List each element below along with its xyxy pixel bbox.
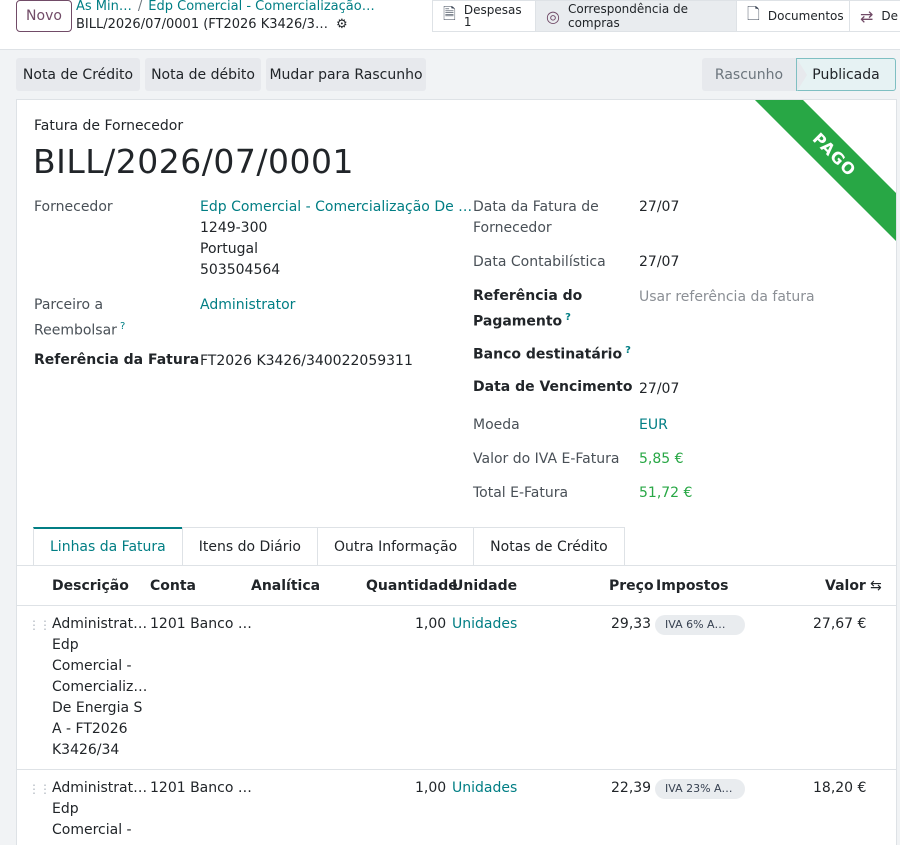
notebook-tabs: Linhas da Fatura Itens do Diário Outra I… bbox=[33, 527, 625, 565]
header-divider bbox=[17, 605, 896, 606]
efatura-vat-label: Valor do IVA E-Fatura bbox=[473, 451, 620, 467]
status-posted[interactable]: Publicada bbox=[796, 58, 896, 91]
purchase-matching-button[interactable]: ◎ Correspondência de compras bbox=[535, 0, 737, 32]
statusbar: Rascunho Publicada bbox=[702, 58, 896, 91]
file-icon: 🗋 bbox=[747, 3, 760, 23]
tab-other-info[interactable]: Outra Informação bbox=[316, 527, 475, 565]
line-price[interactable]: 29,33 bbox=[611, 614, 651, 635]
currency-link[interactable]: EUR bbox=[639, 415, 668, 436]
line-amount: 27,67 € bbox=[813, 616, 867, 632]
line-account[interactable]: 1201 Banco … bbox=[150, 614, 252, 635]
breadcrumb-separator: / bbox=[137, 0, 143, 14]
line-quantity[interactable]: 1,00 bbox=[415, 778, 446, 799]
exchange-icon: ⇄ bbox=[860, 6, 874, 26]
invoice-ref-label: Referência da Fatura bbox=[34, 352, 200, 368]
optional-columns-icon[interactable]: ⇆ bbox=[870, 578, 882, 594]
currency-label: Moeda bbox=[473, 417, 520, 433]
tab-invoice-lines[interactable]: Linhas da Fatura bbox=[33, 527, 183, 565]
column-quantity[interactable]: Quantidade bbox=[366, 578, 458, 594]
accounting-date-label: Data Contabilística bbox=[473, 254, 606, 270]
reset-to-draft-button[interactable]: Mudar para Rascunho bbox=[266, 58, 426, 91]
line-price[interactable]: 22,39 bbox=[611, 778, 651, 799]
line-description[interactable]: Administrat… Edp Comercial - Comercializ… De… bbox=[52, 614, 147, 761]
help-icon[interactable]: ? bbox=[120, 321, 125, 332]
help-icon[interactable]: ? bbox=[625, 345, 631, 356]
breadcrumb-item-1[interactable]: As Min… bbox=[76, 0, 132, 14]
bullseye-icon: ◎ bbox=[546, 6, 560, 26]
efatura-total-label: Total E-Fatura bbox=[473, 485, 569, 501]
vendor-zip: 1249-300 bbox=[200, 220, 268, 236]
column-price[interactable]: Preço bbox=[609, 578, 654, 594]
credit-note-button[interactable]: Nota de Crédito bbox=[16, 58, 140, 91]
documents-label: Documentos bbox=[767, 9, 844, 23]
line-amount: 18,20 € bbox=[813, 780, 867, 796]
reimburse-partner-link[interactable]: Administrator bbox=[200, 295, 295, 316]
tax-tag[interactable]: IVA 23% A… bbox=[655, 779, 745, 799]
paid-ribbon: PAGO bbox=[737, 100, 896, 252]
due-date-field[interactable]: 27/07 bbox=[639, 379, 679, 400]
status-draft[interactable]: Rascunho bbox=[702, 58, 796, 91]
form-sheet: PAGO Fatura de Fornecedor BILL/2026/07/0… bbox=[16, 99, 897, 845]
efatura-total-value: 51,72 € bbox=[639, 485, 693, 501]
vendor-vat: 503504564 bbox=[200, 262, 281, 278]
reimburse-partner-label: Parceiro a Reembolsar? bbox=[34, 297, 126, 339]
tab-journal-items[interactable]: Itens do Diário bbox=[181, 527, 318, 565]
tab-credit-notes[interactable]: Notas de Crédito bbox=[473, 527, 625, 565]
line-description[interactable]: Administrat… Edp Comercial - bbox=[52, 778, 147, 841]
vendor-country: Portugal bbox=[200, 241, 258, 257]
line-quantity[interactable]: 1,00 bbox=[415, 614, 446, 635]
drag-handle-icon[interactable]: ⋮⋮ bbox=[28, 782, 51, 796]
record-name: BILL/2026/07/0001 (FT2026 K3426/3… bbox=[76, 17, 328, 32]
line-unit[interactable]: Unidades bbox=[452, 614, 517, 635]
control-panel: Novo As Min… / Edp Comercial - Comercializ… bbox=[0, 0, 900, 50]
documents-smart-button[interactable]: 🗋 Documentos bbox=[736, 0, 850, 32]
vendor-link[interactable]: Edp Comercial - Comercialização De … bbox=[200, 197, 472, 218]
payment-ref-input[interactable]: Usar referência da fatura bbox=[639, 287, 815, 308]
bill-date-field[interactable]: 27/07 bbox=[639, 197, 679, 218]
gear-icon[interactable]: ⚙ bbox=[336, 16, 348, 34]
status-arrow bbox=[797, 59, 807, 91]
column-amount[interactable]: Valor bbox=[825, 578, 866, 594]
new-button[interactable]: Novo bbox=[16, 0, 72, 32]
column-account[interactable]: Conta bbox=[150, 578, 196, 594]
status-posted-label: Publicada bbox=[812, 66, 880, 83]
tab-divider bbox=[17, 565, 896, 566]
document-icon: 🗎 bbox=[443, 3, 456, 23]
accounting-date-field[interactable]: 27/07 bbox=[639, 252, 679, 273]
breadcrumb-item-2[interactable]: Edp Comercial - Comercialização… bbox=[148, 0, 374, 14]
action-bar: Nota de Crédito Nota de débito Mudar par… bbox=[0, 50, 900, 98]
column-taxes[interactable]: Impostos bbox=[656, 578, 728, 594]
row-divider bbox=[17, 769, 896, 770]
payment-ref-label: Referência do Pagamento? bbox=[473, 288, 583, 330]
debit-note-button[interactable]: Nota de débito bbox=[145, 58, 261, 91]
purchase-matching-label: Correspondência de compras bbox=[567, 2, 688, 30]
column-unit[interactable]: Unidade bbox=[452, 578, 517, 594]
vendor-label: Fornecedor bbox=[34, 199, 113, 215]
expenses-smart-button[interactable]: 🗎 Despesas 1 bbox=[432, 0, 536, 32]
deferred-label: De bbox=[881, 9, 899, 23]
document-type: Fatura de Fornecedor bbox=[34, 118, 184, 134]
page-title: BILL/2026/07/0001 bbox=[33, 142, 354, 181]
column-analytic[interactable]: Analítica bbox=[251, 578, 320, 594]
tax-tag[interactable]: IVA 6% A… bbox=[655, 615, 745, 635]
due-date-label: Data de Vencimento bbox=[473, 379, 633, 395]
expenses-count: 1 bbox=[463, 15, 472, 29]
bill-date-label: Data da Fatura de Fornecedor bbox=[473, 199, 599, 236]
efatura-vat-value: 5,85 € bbox=[639, 451, 684, 467]
expenses-label: Despesas bbox=[463, 3, 522, 17]
recipient-bank-label: Banco destinatário? bbox=[473, 345, 631, 363]
help-icon[interactable]: ? bbox=[565, 312, 571, 323]
deferred-smart-button[interactable]: ⇄ De bbox=[849, 0, 900, 32]
column-description[interactable]: Descrição bbox=[52, 578, 129, 594]
line-account[interactable]: 1201 Banco … bbox=[150, 778, 252, 799]
drag-handle-icon[interactable]: ⋮⋮ bbox=[28, 618, 51, 632]
breadcrumb: As Min… / Edp Comercial - Comercialização…… bbox=[76, 0, 375, 34]
invoice-ref-field[interactable]: FT2026 K3426/340022059311 bbox=[200, 351, 413, 372]
line-unit[interactable]: Unidades bbox=[452, 778, 517, 799]
